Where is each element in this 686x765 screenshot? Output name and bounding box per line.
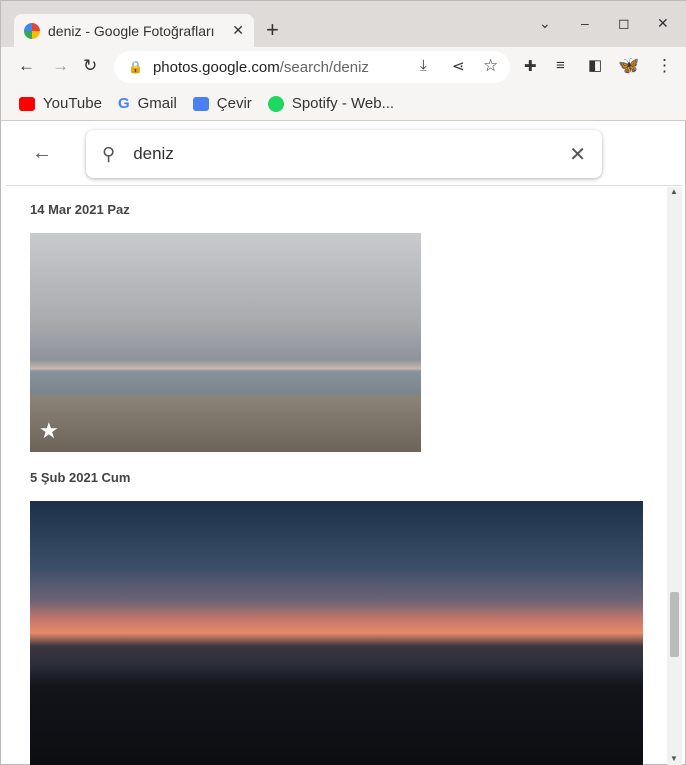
bookmark-spotify[interactable]: Spotify - Web... xyxy=(267,95,395,112)
bookmark-label: Spotify - Web... xyxy=(291,95,395,112)
bookmark-youtube[interactable]: YouTube xyxy=(19,95,102,112)
photos-header: ← ⚲ deniz ✕ xyxy=(6,122,682,186)
favorite-star-icon[interactable]: ★ xyxy=(39,418,59,444)
install-icon[interactable]: ⤓ xyxy=(420,57,427,74)
close-tab-icon[interactable]: ✕ xyxy=(232,22,244,39)
date-heading: 5 Şub 2021 Cum xyxy=(30,470,131,485)
scrollbar-thumb[interactable] xyxy=(670,592,679,657)
lock-icon: 🔒 xyxy=(128,60,143,74)
minimize-button[interactable]: – xyxy=(581,15,589,31)
bookmark-label: Gmail xyxy=(137,95,177,112)
bookmarks-bar: YouTube G Gmail Çevir Spotify - Web... xyxy=(1,87,686,121)
bookmark-label: YouTube xyxy=(43,95,102,112)
search-icon: ⚲ xyxy=(102,143,116,164)
google-photos-icon xyxy=(24,22,40,39)
bookmark-gmail[interactable]: G Gmail xyxy=(118,95,177,112)
maximize-button[interactable]: ◻ xyxy=(618,15,630,32)
tab-active[interactable]: deniz - Google Fotoğrafları ✕ xyxy=(14,14,254,47)
tab-title: deniz - Google Fotoğrafları xyxy=(48,22,215,39)
scrollbar[interactable]: ▲ ▼ xyxy=(667,187,682,765)
photo-sunset-sea[interactable] xyxy=(30,501,643,765)
tab-search-icon[interactable]: ⌄ xyxy=(539,15,551,32)
side-panel-icon[interactable]: ◧ xyxy=(588,56,602,74)
search-box[interactable]: ⚲ deniz ✕ xyxy=(86,130,602,178)
address-bar[interactable]: 🔒 photos.google.com/search/deniz ⤓ ⋖ ☆ xyxy=(114,51,510,83)
bookmark-star-icon[interactable]: ☆ xyxy=(483,56,498,76)
profile-avatar-icon[interactable]: 🦋 xyxy=(618,56,639,76)
clear-search-icon[interactable]: ✕ xyxy=(569,142,586,167)
reload-icon[interactable]: ↻ xyxy=(83,56,97,76)
url-path: /search/deniz xyxy=(279,58,369,76)
forward-icon[interactable]: → xyxy=(52,56,69,76)
back-arrow-icon[interactable]: ← xyxy=(32,142,52,165)
browser-toolbar: ← → ↻ 🔒 photos.google.com/search/deniz ⤓… xyxy=(1,47,686,87)
spotify-icon xyxy=(267,95,284,112)
share-icon[interactable]: ⋖ xyxy=(452,57,465,75)
new-tab-button[interactable]: + xyxy=(266,17,279,43)
photo-results: 14 Mar 2021 Paz ★ 5 Şub 2021 Cum xyxy=(6,187,666,765)
tab-strip: deniz - Google Fotoğrafları ✕ + ⌄ – ◻ ✕ xyxy=(1,1,686,47)
menu-icon[interactable]: ⋮ xyxy=(656,56,673,76)
search-input[interactable]: deniz xyxy=(133,144,569,164)
scroll-down-icon[interactable]: ▼ xyxy=(670,754,678,763)
youtube-icon xyxy=(19,96,35,111)
photo-beach-cloudy[interactable]: ★ xyxy=(30,233,421,452)
translate-icon xyxy=(192,96,209,111)
back-icon[interactable]: ← xyxy=(18,56,35,76)
media-control-icon[interactable]: ≡ xyxy=(556,57,565,74)
date-heading: 14 Mar 2021 Paz xyxy=(30,202,130,217)
google-icon: G xyxy=(117,95,130,112)
bookmark-label: Çevir xyxy=(216,95,252,112)
close-window-button[interactable]: ✕ xyxy=(657,15,669,32)
url-host: photos.google.com xyxy=(152,58,280,76)
scroll-up-icon[interactable]: ▲ xyxy=(670,187,678,196)
bookmark-translate[interactable]: Çevir xyxy=(192,95,252,112)
extensions-icon[interactable]: ✚ xyxy=(524,57,537,75)
